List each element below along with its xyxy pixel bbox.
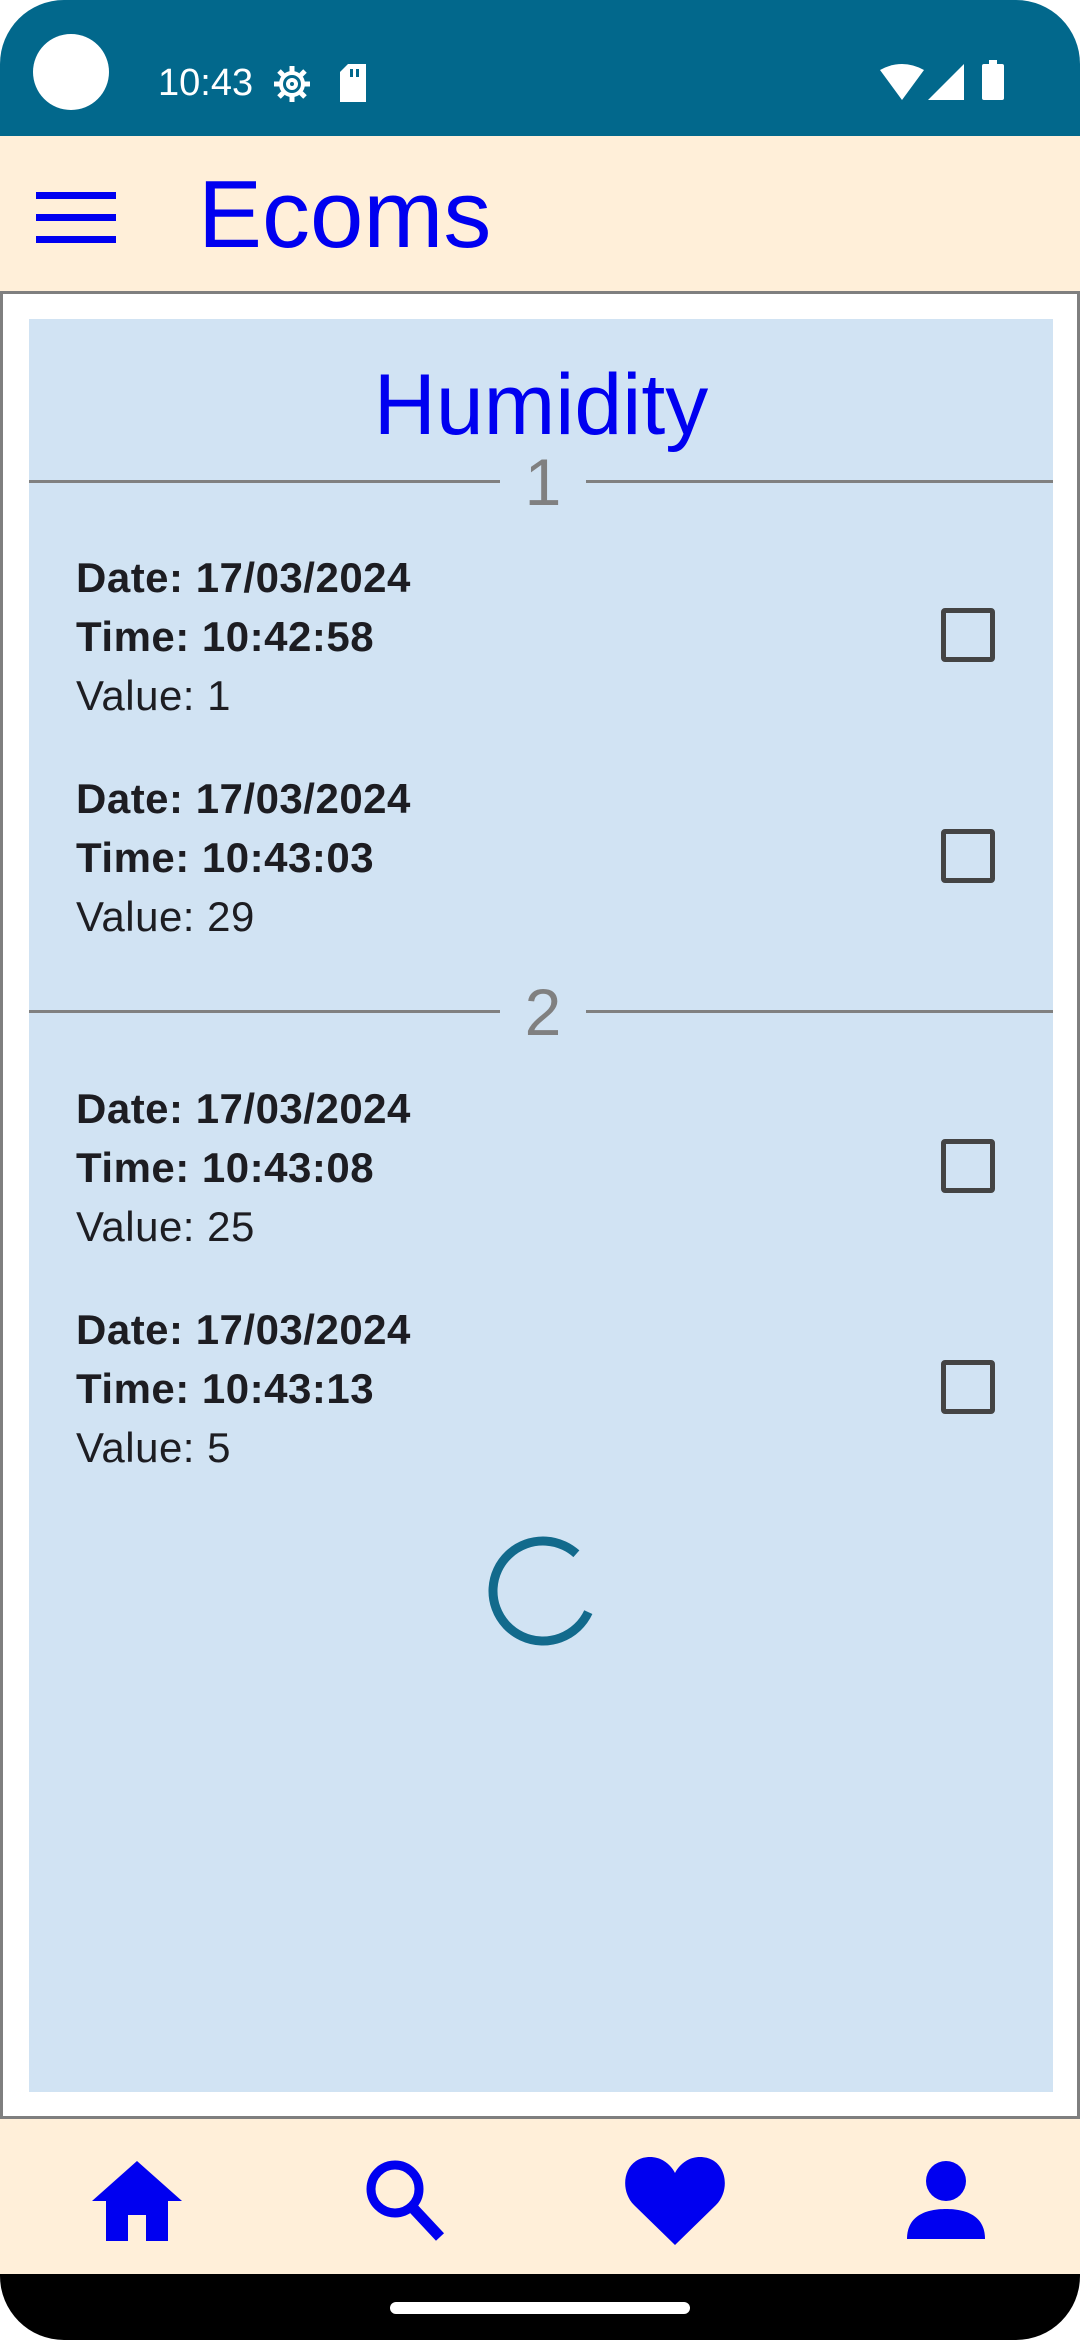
nav-home[interactable] [82,2149,192,2249]
entry-time: Time: 10:42:58 [76,613,375,660]
entry-value: Value: 5 [76,1424,231,1471]
hamburger-menu-icon[interactable] [28,174,124,254]
entry-time: Time: 10:43:13 [76,1365,375,1412]
home-icon [92,2161,182,2241]
group-number: 2 [524,975,562,1049]
settings-gear-icon [274,66,310,102]
system-gesture-bar [0,2274,1080,2340]
list-item: Date: 17/03/2024 Time: 10:43:03 Value: 2… [29,771,1053,951]
list-item: Date: 17/03/2024 Time: 10:42:58 Value: 1 [29,550,1053,730]
entry-value: Value: 29 [76,893,255,940]
entry-time: Time: 10:43:08 [76,1144,375,1191]
nav-search[interactable] [350,2149,460,2249]
search-icon [366,2160,445,2241]
wifi-icon [880,64,924,100]
entry-value: Value: 1 [76,672,231,719]
panel-title: Humidity [373,357,709,453]
home-gesture-handle[interactable] [390,2302,690,2314]
status-bar: 10:43 [0,0,1080,136]
group-divider: 2 [29,975,1053,1049]
entry-time: Time: 10:43:03 [76,834,375,881]
group-number: 1 [524,445,562,519]
nav-profile[interactable] [891,2149,1001,2249]
entry-date: Date: 17/03/2024 [76,1085,411,1132]
entry-date: Date: 17/03/2024 [76,1306,411,1353]
humidity-panel[interactable]: Humidity 1 Date: 17/03/2024 Time: 10:42:… [29,319,1053,2092]
list-item: Date: 17/03/2024 Time: 10:43:13 Value: 5 [29,1302,1053,1482]
entry-checkbox[interactable] [941,1139,995,1193]
app-bar: Ecoms [0,136,1080,291]
app-title: Ecoms [198,161,492,268]
entry-checkbox[interactable] [941,829,995,883]
heart-icon [625,2157,725,2245]
cellular-signal-icon [928,64,964,100]
entry-value: Value: 25 [76,1203,255,1250]
loading-spinner-icon [488,1536,598,1646]
content-frame: Humidity 1 Date: 17/03/2024 Time: 10:42:… [0,291,1080,2119]
status-time: 10:43 [158,62,254,104]
entry-checkbox[interactable] [941,608,995,662]
group-divider: 1 [29,445,1053,519]
nav-favorites[interactable] [620,2149,730,2249]
entry-date: Date: 17/03/2024 [76,775,411,822]
sd-card-icon [340,64,366,102]
bottom-navigation [0,2119,1080,2274]
list-item: Date: 17/03/2024 Time: 10:43:08 Value: 2… [29,1081,1053,1261]
battery-icon [982,60,1004,100]
person-icon [907,2161,985,2239]
entry-checkbox[interactable] [941,1360,995,1414]
entry-date: Date: 17/03/2024 [76,554,411,601]
camera-cutout [33,34,109,110]
